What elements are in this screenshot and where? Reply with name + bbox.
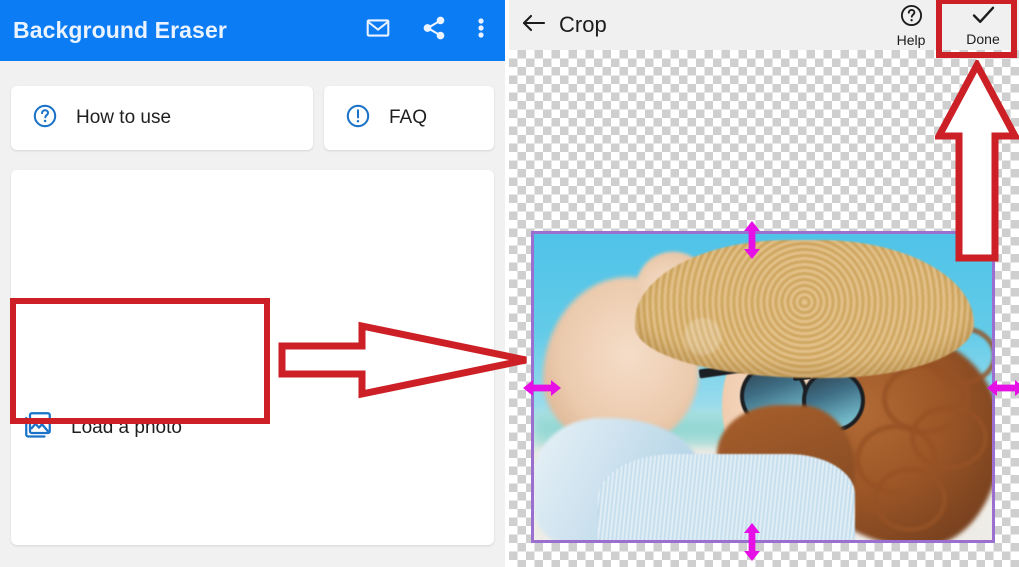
home-content: How to use FAQ Load a photo <box>0 61 505 567</box>
app-bar: Background Eraser <box>0 0 505 61</box>
load-photo-card: Load a photo <box>11 170 494 545</box>
quick-actions-row: How to use FAQ <box>0 86 505 150</box>
photo-straw-hat <box>634 240 974 378</box>
crop-handle-top[interactable] <box>741 221 763 264</box>
faq-button[interactable]: FAQ <box>324 86 494 150</box>
page-title: Background Eraser <box>13 17 227 43</box>
photo-hair-curl <box>872 466 948 532</box>
crop-canvas[interactable] <box>509 50 1019 567</box>
crop-handle-right[interactable] <box>987 377 1019 404</box>
how-to-use-button[interactable]: How to use <box>11 86 313 150</box>
info-exclamation-circle-icon <box>345 103 371 134</box>
crop-toolbar-actions: Help Done <box>875 0 1019 50</box>
crop-title: Crop <box>559 12 607 37</box>
photo-shirt <box>598 454 855 540</box>
overflow-menu-icon[interactable] <box>477 15 485 46</box>
load-a-photo-button[interactable]: Load a photo <box>23 410 182 445</box>
load-a-photo-label: Load a photo <box>71 416 182 438</box>
app-home-screen: Background Eraser How to use FAQ Load a … <box>0 0 505 567</box>
help-label: Help <box>896 31 926 48</box>
how-to-use-label: How to use <box>76 107 172 128</box>
photo-library-icon <box>23 410 53 445</box>
app-bar-actions <box>365 15 505 46</box>
crop-handle-left[interactable] <box>523 377 561 404</box>
checkmark-icon <box>970 3 997 32</box>
photo-preview <box>534 234 992 540</box>
help-circle-icon <box>32 103 58 134</box>
help-circle-icon <box>899 3 924 33</box>
done-button[interactable]: Done <box>947 0 1019 50</box>
help-button[interactable]: Help <box>875 0 947 50</box>
crop-selection-frame[interactable] <box>531 231 995 543</box>
faq-label: FAQ <box>389 107 428 128</box>
crop-screen: Crop Help Done <box>509 0 1019 567</box>
done-label: Done <box>966 31 1000 47</box>
back-arrow-icon[interactable] <box>521 11 547 40</box>
crop-handle-bottom[interactable] <box>741 523 763 566</box>
share-icon[interactable] <box>421 15 447 46</box>
crop-toolbar: Crop Help Done <box>509 0 1019 50</box>
mail-icon[interactable] <box>365 15 391 46</box>
